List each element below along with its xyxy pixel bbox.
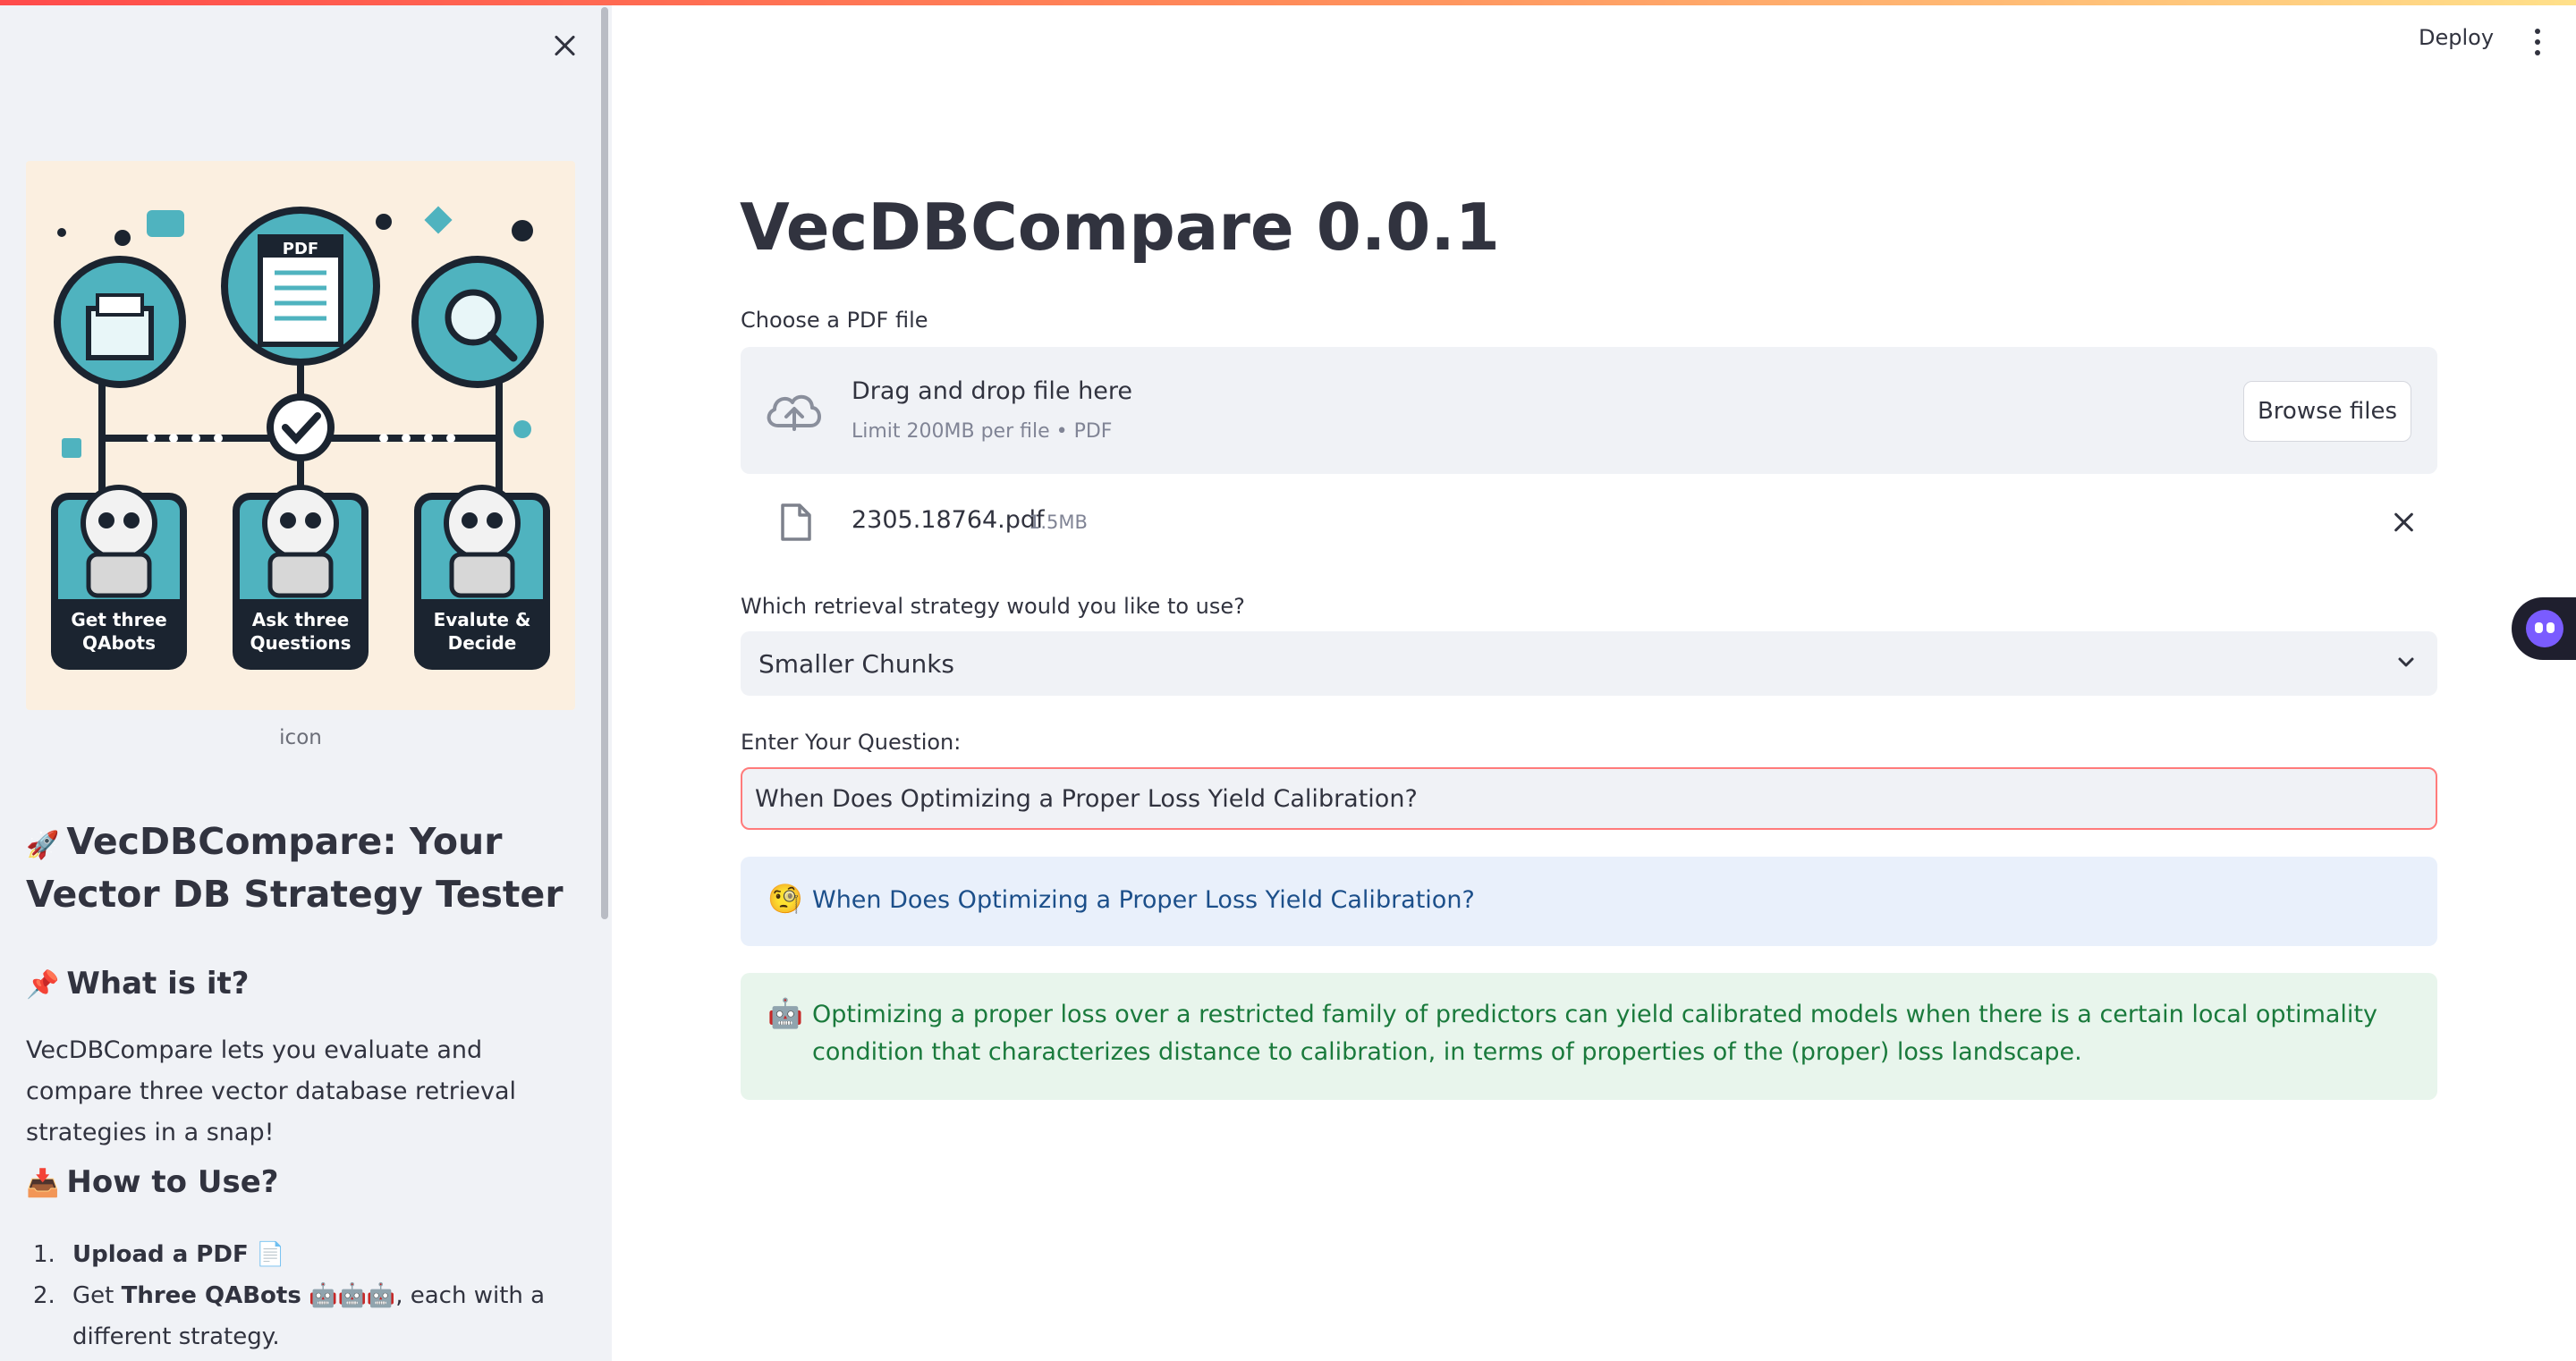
robot-label-3a: Evalute & <box>434 609 531 630</box>
illustration-pdf-label: PDF <box>283 240 318 258</box>
how-to-steps: 1. Upload a PDF 📄 2. Get Three QABots 🤖🤖… <box>26 1234 589 1357</box>
drag-drop-text: Drag and drop file here <box>852 377 1132 405</box>
strategy-label: Which retrieval strategy would you like … <box>741 594 1245 619</box>
sidebar-scrollbar[interactable] <box>601 7 608 919</box>
assistant-widget-button[interactable] <box>2512 597 2576 660</box>
step-bold: Upload a PDF <box>72 1241 249 1268</box>
robot-label-2a: Ask three <box>252 609 349 630</box>
how-heading-text: How to Use? <box>66 1164 279 1200</box>
list-item: 2. Get Three QABots 🤖🤖🤖, each with a dif… <box>26 1275 589 1357</box>
list-item: 1. Upload a PDF 📄 <box>26 1234 589 1275</box>
question-label: Enter Your Question: <box>741 730 962 755</box>
step-bold: Three QABots <box>121 1282 301 1309</box>
file-name: 2305.18764.pdf <box>852 506 1045 534</box>
user-question-text: When Does Optimizing a Proper Loss Yield… <box>812 886 1475 914</box>
file-size: 1.5MB <box>1029 511 1088 533</box>
sidebar-title: 🚀 VecDBCompare: Your Vector DB Strategy T… <box>26 817 589 918</box>
browse-files-button[interactable]: Browse files <box>2243 381 2411 442</box>
robot-panel-3: Evalute & Decide <box>414 485 550 670</box>
sidebar: PDF Get three QAbots Ask three Questions… <box>0 0 612 1361</box>
file-icon <box>781 503 811 541</box>
bot-answer-message: 🤖 Optimizing a proper loss over a restri… <box>741 973 2437 1100</box>
chevron-down-icon <box>2398 657 2414 667</box>
pushpin-icon: 📌 <box>26 969 60 1001</box>
robot-label-1b: QAbots <box>82 632 156 654</box>
remove-file-icon[interactable] <box>2388 506 2420 538</box>
step-number: 1. <box>33 1241 55 1268</box>
how-heading: 📥 How to Use? <box>26 1164 279 1200</box>
bot-answer-text: Optimizing a proper loss over a restrict… <box>812 1001 2377 1066</box>
robot-icons: 🤖🤖🤖 <box>309 1282 396 1309</box>
step-number: 2. <box>33 1282 55 1309</box>
document-icon: 📄 <box>255 1241 285 1268</box>
rocket-icon: 🚀 <box>26 830 60 861</box>
thinking-face-icon: 🧐 <box>767 882 803 916</box>
main-menu-icon[interactable] <box>2533 29 2542 55</box>
what-description: VecDBCompare lets you evaluate and compa… <box>26 1036 516 1146</box>
robot-label-2b: Questions <box>250 632 351 654</box>
robot-panel-2: Ask three Questions <box>233 485 369 670</box>
qabots-illustration-svg: PDF Get three QAbots Ask three Questions… <box>51 206 550 670</box>
uploader-label: Choose a PDF file <box>741 308 928 333</box>
strategy-selected-value: Smaller Chunks <box>758 649 954 679</box>
robot-panel-1: Get three QAbots <box>51 485 187 670</box>
upload-limit-text: Limit 200MB per file • PDF <box>852 420 1113 443</box>
user-question-message: 🧐 When Does Optimizing a Proper Loss Yie… <box>741 857 2437 946</box>
page-title: VecDBCompare 0.0.1 <box>740 190 1500 265</box>
assistant-face-icon <box>2526 610 2563 647</box>
app-illustration: PDF Get three QAbots Ask three Questions… <box>26 161 575 710</box>
image-caption: icon <box>279 726 322 749</box>
question-input[interactable] <box>741 767 2437 830</box>
top-decoration-bar <box>0 0 2576 5</box>
step-pre: Get <box>72 1282 122 1309</box>
robot-icon: 🤖 <box>767 996 803 1030</box>
what-heading: 📌 What is it? <box>26 966 249 1002</box>
robot-label-1a: Get three <box>71 609 166 630</box>
close-sidebar-icon[interactable] <box>546 27 583 64</box>
robot-label-3b: Decide <box>448 632 517 654</box>
deploy-button[interactable]: Deploy <box>2419 25 2494 50</box>
what-heading-text: What is it? <box>66 966 250 1002</box>
inbox-tray-icon: 📥 <box>26 1168 60 1199</box>
uploaded-file-row: 2305.18764.pdf 1.5MB <box>741 490 2437 554</box>
file-dropzone[interactable]: Drag and drop file here Limit 200MB per … <box>741 347 2437 474</box>
strategy-select[interactable]: Smaller Chunks <box>741 631 2437 696</box>
sidebar-title-text: VecDBCompare: Your Vector DB Strategy Te… <box>26 820 564 916</box>
cloud-upload-icon <box>767 394 821 431</box>
